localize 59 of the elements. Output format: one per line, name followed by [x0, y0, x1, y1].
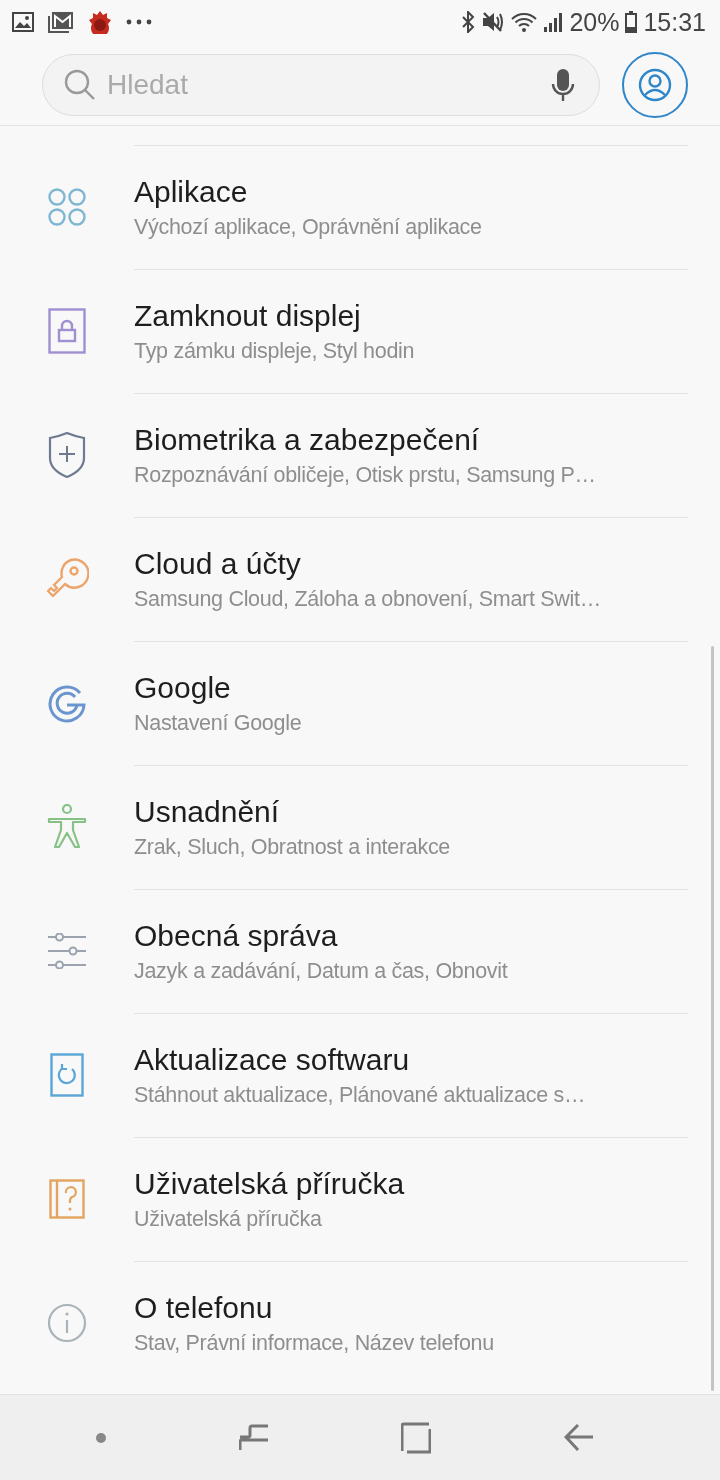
home-icon — [401, 1421, 432, 1454]
profile-button[interactable] — [622, 51, 688, 118]
item-subtitle: Výchozí aplikace, Oprávnění aplikace — [134, 215, 483, 240]
item-title: Biometrika a zabezpečení — [134, 423, 481, 457]
help-book-icon — [49, 1179, 85, 1219]
lock-icon — [48, 308, 86, 354]
item-title: Uživatelská příručka — [134, 1167, 406, 1201]
settings-item[interactable]: Usnadnění Zrak, Sluch, Obratnost a interakce — [0, 765, 720, 889]
item-subtitle: Uživatelská příručka — [134, 1207, 323, 1232]
item-title: Usnadnění — [134, 795, 281, 829]
back-icon — [563, 1422, 594, 1453]
settings-item[interactable]: Uživatelská příručka Uživatelská příručka — [0, 1137, 720, 1261]
item-subtitle: Rozpoznávání obličeje, Otisk prstu, Samsung P… — [134, 463, 597, 488]
item-subtitle: Jazyk a zadávání, Datum a čas, Obnovit — [134, 959, 509, 984]
shield-icon — [48, 432, 86, 478]
item-title: Aplikace — [134, 175, 249, 209]
settings-item[interactable]: Obecná správa Jazyk a zadávání, Datum a čas, Obnovit — [0, 889, 720, 1013]
bluetooth-icon — [461, 11, 476, 33]
mute-icon — [481, 11, 506, 33]
mail-icon — [48, 11, 74, 33]
settings-item[interactable]: Aplikace Výchozí aplikace, Oprávnění aplikace — [0, 145, 720, 269]
apps-icon — [47, 187, 87, 227]
item-title: O telefonu — [134, 1291, 274, 1325]
item-title: Obecná správa — [134, 919, 339, 953]
battery-icon — [625, 11, 638, 33]
item-title: Cloud a účty — [134, 547, 302, 581]
info-icon — [47, 1303, 87, 1343]
accessibility-icon — [47, 804, 87, 850]
account-icon — [638, 67, 672, 102]
dot-icon — [96, 1432, 107, 1443]
settings-item[interactable]: Google Nastavení Google — [0, 641, 720, 765]
settings-item[interactable]: Zamknout displej Typ zámku displeje, Styl hodin — [0, 269, 720, 393]
search-input[interactable]: Hledat — [105, 67, 543, 102]
wifi-icon — [511, 11, 538, 33]
sliders-icon — [47, 933, 87, 969]
item-subtitle: Typ zámku displeje, Styl hodin — [134, 339, 416, 364]
update-icon — [50, 1053, 84, 1097]
item-subtitle: Stav, Právní informace, Název telefonu — [134, 1331, 495, 1356]
item-title: Google — [134, 671, 232, 705]
item-subtitle: Zrak, Sluch, Obratnost a interakce — [134, 835, 452, 860]
item-title: Zamknout displej — [134, 299, 362, 333]
settings-item[interactable]: Cloud a účty Samsung Cloud, Záloha a obnovení, Smart Swit… — [0, 517, 720, 641]
recents-icon — [238, 1422, 269, 1453]
search-field[interactable]: Hledat — [42, 53, 600, 116]
clock: 15:31 — [643, 7, 706, 37]
settings-item[interactable]: O telefonu Stav, Právní informace, Název telefonu — [0, 1261, 720, 1385]
search-icon — [63, 67, 97, 102]
item-subtitle: Samsung Cloud, Záloha a obnovení, Smart Swit… — [134, 587, 602, 612]
google-icon — [47, 683, 87, 723]
signal-icon — [543, 11, 564, 33]
item-subtitle: Stáhnout aktualizace, Plánované aktualizace s… — [134, 1083, 587, 1108]
item-subtitle: Nastavení Google — [134, 711, 303, 736]
gallery-icon — [12, 12, 34, 32]
more-icon — [126, 19, 152, 25]
settings-item[interactable]: Aktualizace softwaru Stáhnout aktualizace, Plánované aktualizace s… — [0, 1013, 720, 1137]
settings-item[interactable]: Biometrika a zabezpečení Rozpoznávání obličeje, Otisk prstu, Samsung P… — [0, 393, 720, 517]
item-title: Aktualizace softwaru — [134, 1043, 411, 1077]
microphone-icon[interactable] — [551, 67, 575, 102]
battery-percent: 20% — [569, 7, 620, 37]
